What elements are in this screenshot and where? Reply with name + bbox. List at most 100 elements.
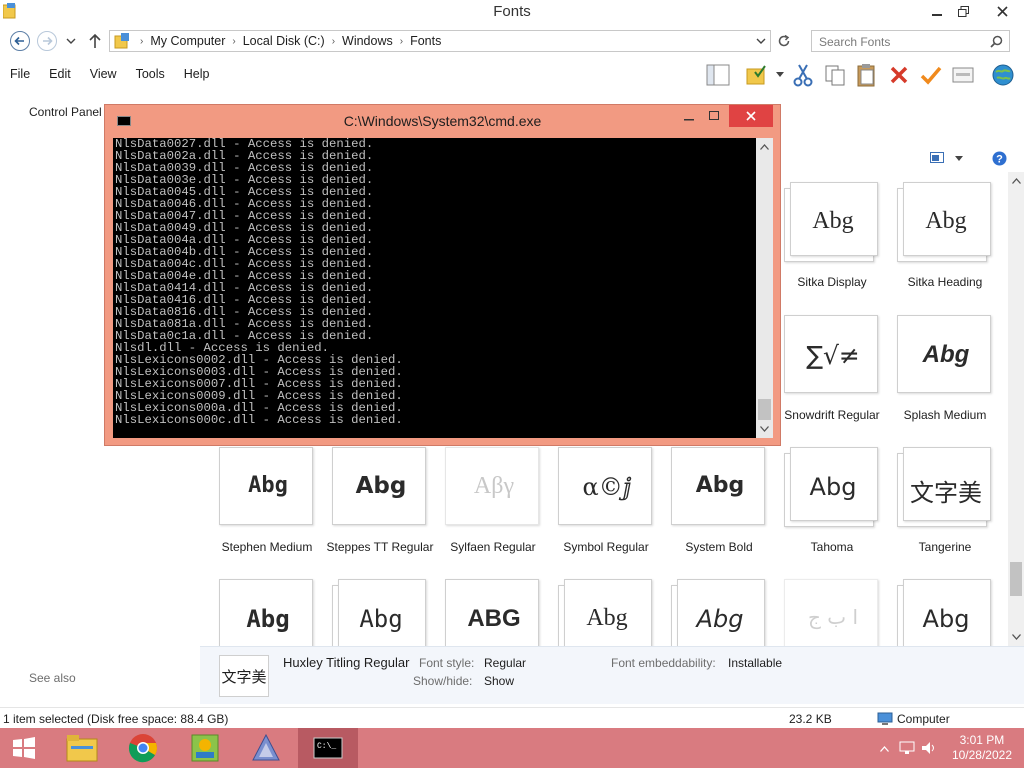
see-also-heading: See also [29, 671, 76, 685]
volume-icon[interactable] [921, 741, 937, 755]
clock-date: 10/28/2022 [951, 748, 1012, 762]
font-name: Sitka Heading [907, 275, 983, 289]
scroll-up-icon[interactable] [1012, 178, 1021, 184]
embeddability-value: Installable [728, 656, 783, 670]
font-name: Steppes TT Regular [326, 540, 434, 554]
cut-icon[interactable] [790, 62, 816, 88]
menu-tools[interactable]: Tools [126, 62, 174, 88]
font-sample: Abg [696, 605, 744, 633]
scroll-thumb[interactable] [758, 399, 771, 420]
show-hide-value: Show [484, 674, 515, 688]
globe-icon[interactable] [990, 62, 1016, 88]
cmd-scrollbar[interactable] [756, 138, 773, 438]
location-status: Computer [897, 712, 950, 726]
cmd-taskbar-icon[interactable]: C:\_ [298, 728, 358, 768]
menu-view[interactable]: View [80, 62, 126, 88]
show-hidden-icons-icon[interactable] [880, 746, 889, 752]
taskbar: C:\_ 3:01 PM 10/28/2022 [0, 728, 1024, 768]
minimize-button[interactable] [926, 0, 948, 22]
menu-bar: File Edit View Tools Help [0, 62, 218, 88]
breadcrumb-separator-icon: › [331, 36, 336, 47]
paste-icon[interactable] [854, 62, 880, 88]
properties-icon[interactable] [950, 62, 976, 88]
breadcrumb-my-computer[interactable]: My Computer [147, 34, 228, 49]
font-sample: Abg [695, 473, 745, 498]
restore-button[interactable] [952, 0, 974, 22]
cmd-maximize-button[interactable] [704, 105, 724, 127]
selection-status: 1 item selected (Disk free space: 88.4 G… [3, 712, 229, 726]
scroll-thumb[interactable] [1010, 562, 1022, 596]
design-app-taskbar-icon[interactable] [236, 728, 296, 768]
breadcrumb-separator-icon: › [232, 36, 236, 47]
menu-help[interactable]: Help [174, 62, 219, 88]
map-app-taskbar-icon[interactable] [175, 728, 235, 768]
cmd-minimize-button[interactable] [679, 105, 699, 127]
system-clock[interactable]: 3:01 PM 10/28/2022 [952, 733, 1012, 763]
scroll-down-icon[interactable] [760, 426, 769, 432]
font-sample: 文字美 [910, 479, 982, 507]
delete-icon[interactable] [886, 62, 912, 88]
search-input[interactable]: Search Fonts [811, 30, 1010, 52]
chevron-down-icon[interactable] [776, 72, 784, 78]
font-sample: ABG [467, 605, 521, 632]
network-icon[interactable] [899, 741, 915, 755]
folder-check-icon[interactable] [744, 62, 770, 88]
computer-icon [877, 712, 893, 726]
font-name: Sitka Display [797, 275, 867, 289]
scroll-down-icon[interactable] [1012, 634, 1021, 640]
console-output[interactable]: NlsData0027.dll - Access is denied. NlsDa… [113, 138, 756, 438]
font-name: Tahoma [810, 540, 854, 554]
back-button[interactable] [10, 31, 30, 51]
font-sample: α©ⅉ [582, 473, 632, 501]
font-sample: Abg [809, 473, 857, 501]
control-panel-link[interactable]: Control Panel [29, 105, 102, 119]
font-sample: Abg [246, 605, 290, 633]
checkmark-icon[interactable] [918, 62, 944, 88]
embeddability-label: Font embeddability: [611, 656, 716, 670]
font-sample: Abg [812, 208, 854, 234]
search-placeholder: Search Fonts [819, 35, 891, 49]
search-icon[interactable] [990, 35, 1003, 48]
scroll-up-icon[interactable] [760, 144, 769, 150]
font-sample: Abg [925, 208, 967, 234]
address-bar: › My Computer › Local Disk (C:) › Window… [0, 27, 1024, 55]
menu-edit[interactable]: Edit [39, 62, 80, 88]
recent-pages-chevron-icon[interactable] [66, 37, 76, 45]
copy-icon[interactable] [822, 62, 848, 88]
font-sample: Abg [248, 473, 288, 498]
file-size: 23.2 KB [789, 712, 832, 726]
content-scrollbar[interactable] [1008, 172, 1024, 646]
cmd-window[interactable]: C:\Windows\System32\cmd.exe NlsData0027.… [104, 104, 781, 446]
breadcrumb-local-disk[interactable]: Local Disk (C:) [240, 34, 328, 49]
font-sample: Abg [922, 341, 970, 368]
font-sample: Abg [586, 605, 628, 631]
show-hide-label: Show/hide: [413, 674, 473, 688]
font-style-value: Regular [484, 656, 527, 670]
clock-time: 3:01 PM [959, 733, 1005, 747]
up-arrow-icon[interactable] [88, 33, 102, 49]
font-sample: ∑√≠ [806, 341, 860, 370]
close-button[interactable] [980, 0, 1024, 22]
font-sample: Αβγ [473, 473, 515, 499]
font-style-label: Font style: [419, 656, 475, 670]
cmd-close-button[interactable] [729, 105, 773, 127]
forward-button[interactable] [37, 31, 57, 51]
font-name: Splash Medium [903, 408, 987, 422]
address-dropdown-icon[interactable] [756, 37, 766, 45]
start-button[interactable] [0, 728, 48, 768]
console-line: NlsLexicons000c.dll - Access is denied. [115, 413, 403, 427]
refresh-icon[interactable] [777, 34, 791, 48]
file-explorer-taskbar-icon[interactable] [52, 728, 112, 768]
breadcrumb-windows[interactable]: Windows [339, 34, 396, 49]
chrome-taskbar-icon[interactable] [113, 728, 173, 768]
font-sample: ا ب ج [807, 605, 858, 629]
menu-file[interactable]: File [0, 62, 39, 88]
svg-text:C:\_: C:\_ [317, 742, 336, 751]
font-name: System Bold [685, 540, 753, 554]
breadcrumb-fonts[interactable]: Fonts [407, 34, 444, 49]
breadcrumb-separator-icon: › [399, 36, 404, 47]
address-field[interactable]: › My Computer › Local Disk (C:) › Window… [109, 30, 771, 52]
layout-pane-icon[interactable] [705, 62, 731, 88]
font-sample: Abg [359, 605, 403, 633]
font-sample: Abg [355, 473, 407, 499]
